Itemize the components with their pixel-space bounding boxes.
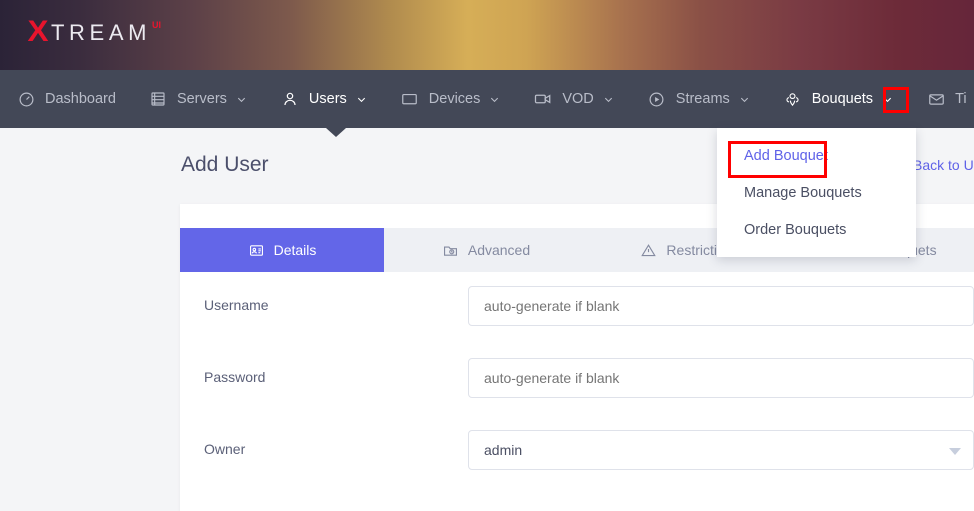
flower-icon <box>783 89 803 109</box>
menu-item-manage-bouquets[interactable]: Manage Bouquets <box>717 175 916 212</box>
nav-label-bouquets: Bouquets <box>811 91 874 107</box>
folder-clock-icon <box>442 242 459 259</box>
label-password: Password <box>204 369 266 385</box>
tab-advanced[interactable]: Advanced <box>384 228 588 272</box>
tab-details[interactable]: Details <box>180 228 384 272</box>
label-owner: Owner <box>204 441 246 457</box>
chevron-down-icon-users[interactable] <box>355 93 368 106</box>
form-row-username: Username <box>180 272 974 344</box>
password-input[interactable] <box>468 358 974 398</box>
bouquets-dropdown-menu: Add Bouquet Manage Bouquets Order Bouque… <box>717 128 916 257</box>
nav-label-tickets: Ti <box>955 91 967 107</box>
id-card-icon <box>248 242 265 259</box>
brand-banner: X TREAM UI <box>0 0 974 70</box>
tab-label-advanced: Advanced <box>467 242 531 258</box>
chevron-down-icon-bouquets[interactable] <box>881 93 894 106</box>
active-nav-pointer <box>326 128 346 137</box>
chevron-down-icon-devices[interactable] <box>488 93 501 106</box>
tab-label-details: Details <box>273 242 317 258</box>
xtream-logo[interactable]: X TREAM UI <box>27 15 162 48</box>
label-username: Username <box>204 297 269 313</box>
app-root: X TREAM UI Dashboard Servers Users Devic… <box>0 0 974 511</box>
nav-label-vod: VOD <box>562 91 594 107</box>
nav-label-streams: Streams <box>675 91 730 107</box>
nav-item-dashboard[interactable]: Dashboard <box>0 70 132 128</box>
nav-item-users[interactable]: Users <box>264 70 384 128</box>
owner-selected-value: admin <box>484 442 523 458</box>
nav-label-devices: Devices <box>428 91 481 107</box>
page-title: Add User <box>181 153 269 176</box>
play-circle-icon <box>647 89 667 109</box>
server-icon <box>148 89 168 109</box>
mail-icon <box>926 89 946 109</box>
chevron-down-icon-vod[interactable] <box>602 93 615 106</box>
username-input[interactable] <box>468 286 974 326</box>
back-to-users-link[interactable]: Back to Us <box>913 157 974 173</box>
nav-label-dashboard: Dashboard <box>45 91 116 107</box>
monitor-icon <box>400 89 420 109</box>
logo-x-mark: X <box>27 15 49 48</box>
nav-label-users: Users <box>308 91 347 107</box>
form-row-owner: Owner admin <box>180 416 974 488</box>
main-navigation: Dashboard Servers Users Devices VOD Stre… <box>0 70 974 128</box>
chevron-down-icon-servers[interactable] <box>235 93 248 106</box>
nav-label-servers: Servers <box>176 91 227 107</box>
menu-item-add-bouquet[interactable]: Add Bouquet <box>717 138 916 175</box>
video-camera-icon <box>533 89 553 109</box>
gauge-icon <box>16 89 36 109</box>
nav-item-servers[interactable]: Servers <box>132 70 264 128</box>
user-icon <box>280 89 300 109</box>
user-details-form: Username Password Owner admin <box>180 272 974 488</box>
nav-item-bouquets[interactable]: Bouquets <box>767 70 910 128</box>
chevron-down-icon-owner[interactable] <box>949 448 961 455</box>
nav-item-tickets[interactable]: Ti <box>910 70 974 128</box>
nav-item-streams[interactable]: Streams <box>631 70 767 128</box>
nav-item-vod[interactable]: VOD <box>517 70 630 128</box>
logo-superscript: UI <box>152 20 162 30</box>
menu-item-order-bouquets[interactable]: Order Bouquets <box>717 212 916 249</box>
warning-triangle-icon <box>640 242 657 259</box>
owner-select[interactable]: admin <box>468 430 974 470</box>
form-row-password: Password <box>180 344 974 416</box>
chevron-down-icon-streams[interactable] <box>738 93 751 106</box>
logo-wordmark: TREAM <box>51 20 152 45</box>
nav-item-devices[interactable]: Devices <box>384 70 518 128</box>
